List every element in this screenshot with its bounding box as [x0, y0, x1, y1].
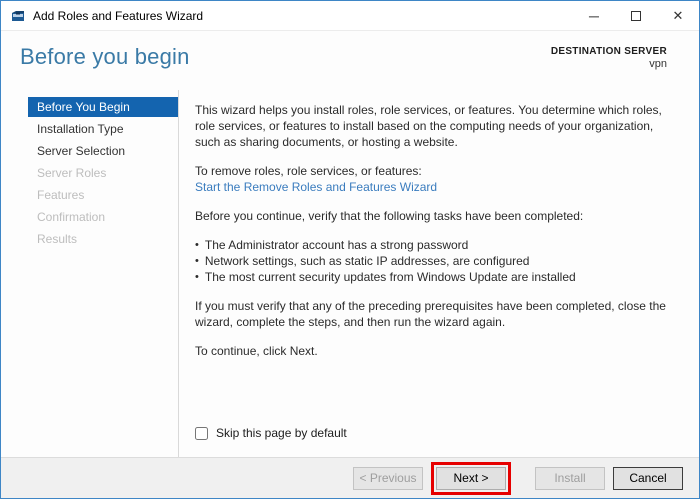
prerequisite-text: The Administrator account has a strong p… — [204, 238, 469, 252]
sidebar-item-before-you-begin[interactable]: Before You Begin — [28, 97, 178, 117]
prerequisite-list: • The Administrator account has a strong… — [195, 237, 677, 285]
cancel-button[interactable]: Cancel — [613, 466, 683, 490]
server-manager-icon — [10, 8, 26, 24]
window-title: Add Roles and Features Wizard — [33, 8, 204, 23]
skip-checkbox[interactable] — [195, 426, 208, 440]
destination-server-name: vpn — [649, 58, 667, 70]
list-item: • Network settings, such as static IP ad… — [195, 253, 677, 269]
page-title: Before you begin — [20, 44, 190, 69]
minimize-button[interactable]: ─ — [573, 1, 615, 30]
wizard-footer: < Previous Next > Install Cancel — [1, 457, 699, 498]
bullet-icon: • — [195, 271, 199, 283]
remove-heading: To remove roles, role services, or featu… — [195, 164, 422, 178]
list-item: • The Administrator account has a strong… — [195, 237, 677, 253]
install-button: Install — [535, 466, 605, 490]
skip-page-row: Skip this page by default — [195, 425, 677, 441]
sidebar-item-confirmation: Confirmation — [37, 210, 106, 224]
destination-server-block: DESTINATION SERVER vpn — [551, 44, 667, 70]
bullet-icon: • — [195, 255, 199, 267]
destination-server-label: DESTINATION SERVER — [550, 46, 667, 57]
prerequisite-text: The most current security updates from W… — [204, 270, 576, 284]
wizard-window: Add Roles and Features Wizard ─ ✕ Before… — [0, 0, 700, 499]
sidebar-item-installation-type[interactable]: Installation Type — [28, 119, 178, 139]
title-bar: Add Roles and Features Wizard ─ ✕ — [1, 1, 699, 31]
sidebar-item-features: Features — [37, 188, 85, 202]
wizard-body: Before You Begin Installation Type Serve… — [1, 90, 699, 457]
close-button[interactable]: ✕ — [657, 1, 699, 30]
previous-button: < Previous — [353, 466, 423, 490]
sidebar-item-server-selection[interactable]: Server Selection — [28, 141, 178, 161]
prerequisite-text: Network settings, such as static IP addr… — [204, 254, 530, 268]
note-paragraph: If you must verify that any of the prece… — [195, 299, 666, 329]
bullet-icon: • — [195, 239, 199, 251]
sidebar-item-results: Results — [37, 232, 78, 246]
next-button[interactable]: Next > — [436, 466, 506, 490]
intro-paragraph: This wizard helps you install roles, rol… — [195, 103, 662, 149]
wizard-steps-sidebar: Before You Begin Installation Type Serve… — [1, 90, 179, 457]
skip-checkbox-label[interactable]: Skip this page by default — [216, 425, 347, 441]
maximize-icon — [631, 10, 641, 21]
remove-roles-link[interactable]: Start the Remove Roles and Features Wiza… — [195, 179, 677, 195]
wizard-header: Before you begin DESTINATION SERVER vpn — [1, 31, 699, 90]
list-item: • The most current security updates from… — [195, 269, 677, 285]
window-controls: ─ ✕ — [573, 1, 699, 30]
maximize-button[interactable] — [615, 1, 657, 30]
wizard-content: This wizard helps you install roles, rol… — [179, 90, 699, 457]
continue-text: To continue, click Next. — [195, 344, 318, 358]
next-button-highlight-annotation: Next > — [431, 461, 511, 495]
verify-heading: Before you continue, verify that the fol… — [195, 209, 584, 223]
sidebar-item-server-roles: Server Roles — [37, 166, 107, 180]
